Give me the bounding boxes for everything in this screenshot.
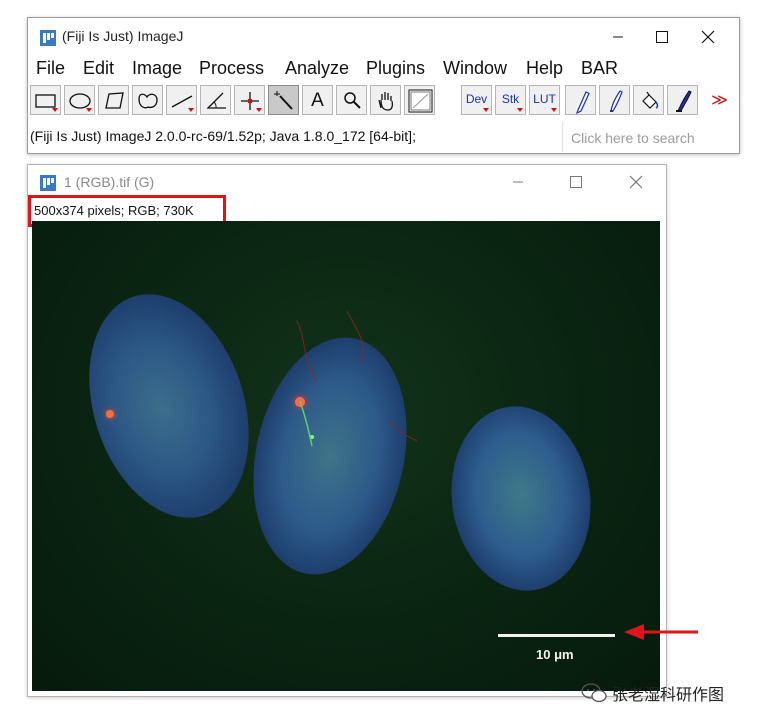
menu-file[interactable]: File bbox=[36, 58, 65, 79]
double-chevron-icon: ≫ bbox=[711, 92, 728, 109]
point-tool[interactable] bbox=[234, 85, 265, 115]
scale-bar bbox=[498, 634, 615, 637]
nucleus bbox=[439, 397, 603, 600]
fiji-app-icon bbox=[40, 175, 56, 191]
lut-label: LUT bbox=[533, 92, 556, 106]
text-icon: A bbox=[311, 90, 324, 111]
polygon-tool[interactable] bbox=[98, 85, 129, 115]
dropdown-indicator bbox=[188, 108, 194, 112]
pencil-tool[interactable] bbox=[565, 85, 596, 115]
status-text: (Fiji Is Just) ImageJ 2.0.0-rc-69/1.52p;… bbox=[30, 128, 416, 144]
image-window: 1 (RGB).tif (G) 500x374 pixels; RGB; 730… bbox=[27, 164, 667, 697]
dev-tool[interactable]: Dev bbox=[461, 85, 492, 115]
menu-help[interactable]: Help bbox=[526, 58, 563, 79]
search-box[interactable] bbox=[562, 122, 741, 152]
dropdown-indicator bbox=[86, 108, 92, 112]
minimize-button[interactable] bbox=[596, 24, 640, 50]
close-button[interactable] bbox=[686, 24, 730, 50]
image-window-title: 1 (RGB).tif (G) bbox=[64, 174, 155, 190]
stk-label: Stk bbox=[501, 92, 520, 106]
magnifier-icon bbox=[344, 92, 361, 109]
dev-label: Dev bbox=[465, 92, 488, 106]
hand-tool[interactable] bbox=[370, 85, 401, 115]
search-input[interactable] bbox=[569, 124, 741, 152]
close-icon bbox=[629, 175, 643, 189]
pencil-icon bbox=[575, 91, 590, 115]
lut-tool[interactable]: LUT bbox=[529, 85, 560, 115]
angle-tool[interactable] bbox=[200, 85, 231, 115]
menu-plugins[interactable]: Plugins bbox=[366, 58, 425, 79]
main-window-title: (Fiji Is Just) ImageJ bbox=[62, 28, 184, 44]
stk-tool[interactable]: Stk bbox=[495, 85, 526, 115]
rectangle-tool[interactable] bbox=[30, 85, 61, 115]
freehand-icon bbox=[138, 93, 158, 109]
oval-tool[interactable] bbox=[64, 85, 95, 115]
maximize-icon bbox=[570, 176, 582, 188]
zoom-tool[interactable] bbox=[336, 85, 367, 115]
image-titlebar[interactable]: 1 (RGB).tif (G) bbox=[28, 165, 666, 199]
more-tools-button[interactable]: ≫ bbox=[704, 85, 735, 115]
text-tool[interactable]: A bbox=[302, 85, 333, 115]
paintbrush-tool[interactable] bbox=[667, 85, 698, 115]
image-minimize-button[interactable] bbox=[496, 169, 540, 195]
status-bar: (Fiji Is Just) ImageJ 2.0.0-rc-69/1.52p;… bbox=[28, 120, 741, 152]
polygon-icon bbox=[105, 92, 124, 109]
signal-speck bbox=[106, 410, 114, 418]
maximize-icon bbox=[656, 31, 668, 43]
micrograph-canvas[interactable]: 10 μm bbox=[32, 221, 660, 691]
fiji-app-icon bbox=[40, 30, 56, 46]
color-picker-tool[interactable] bbox=[404, 85, 435, 115]
menu-process[interactable]: Process bbox=[199, 58, 264, 79]
menu-edit[interactable]: Edit bbox=[83, 58, 114, 79]
menu-bar: File Edit Image Process Analyze Plugins … bbox=[28, 56, 739, 80]
fiber-signal bbox=[296, 310, 418, 447]
color-picker-icon bbox=[408, 89, 433, 113]
imagej-main-window: (Fiji Is Just) ImageJ File Edit Image Pr… bbox=[27, 17, 741, 154]
nucleus bbox=[62, 273, 276, 539]
hand-icon bbox=[378, 92, 394, 111]
wechat-icon bbox=[581, 683, 607, 703]
watermark: 张老湿科研作图 bbox=[574, 680, 758, 704]
scale-bar-label: 10 μm bbox=[536, 647, 574, 662]
freehand-tool[interactable] bbox=[132, 85, 163, 115]
brush-icon bbox=[610, 90, 623, 112]
dropdown-indicator bbox=[551, 108, 557, 112]
brush-tool[interactable] bbox=[599, 85, 630, 115]
menu-bar-plugin[interactable]: BAR bbox=[581, 58, 618, 79]
main-titlebar[interactable]: (Fiji Is Just) ImageJ bbox=[28, 18, 739, 56]
watermark-text: 张老湿科研作图 bbox=[612, 687, 725, 704]
maximize-button[interactable] bbox=[640, 24, 684, 50]
image-close-button[interactable] bbox=[614, 169, 658, 195]
wand-icon bbox=[274, 91, 293, 110]
paintbrush-icon bbox=[676, 90, 692, 112]
minimize-icon bbox=[613, 36, 623, 38]
dropdown-indicator bbox=[52, 108, 58, 112]
dropdown-indicator bbox=[483, 108, 489, 112]
minimize-icon bbox=[513, 181, 523, 183]
flood-fill-tool[interactable] bbox=[633, 85, 664, 115]
paint-bucket-icon bbox=[642, 91, 659, 109]
menu-analyze[interactable]: Analyze bbox=[285, 58, 349, 79]
red-arrow-annotation bbox=[624, 624, 698, 640]
close-icon bbox=[701, 30, 715, 44]
tool-bar: A Dev Stk LUT ≫ bbox=[28, 81, 739, 117]
line-tool[interactable] bbox=[166, 85, 197, 115]
angle-icon bbox=[206, 92, 226, 109]
dropdown-indicator bbox=[256, 108, 262, 112]
dropdown-indicator bbox=[517, 108, 523, 112]
menu-image[interactable]: Image bbox=[132, 58, 182, 79]
menu-window[interactable]: Window bbox=[443, 58, 507, 79]
wand-tool[interactable] bbox=[268, 85, 299, 115]
image-maximize-button[interactable] bbox=[554, 169, 598, 195]
